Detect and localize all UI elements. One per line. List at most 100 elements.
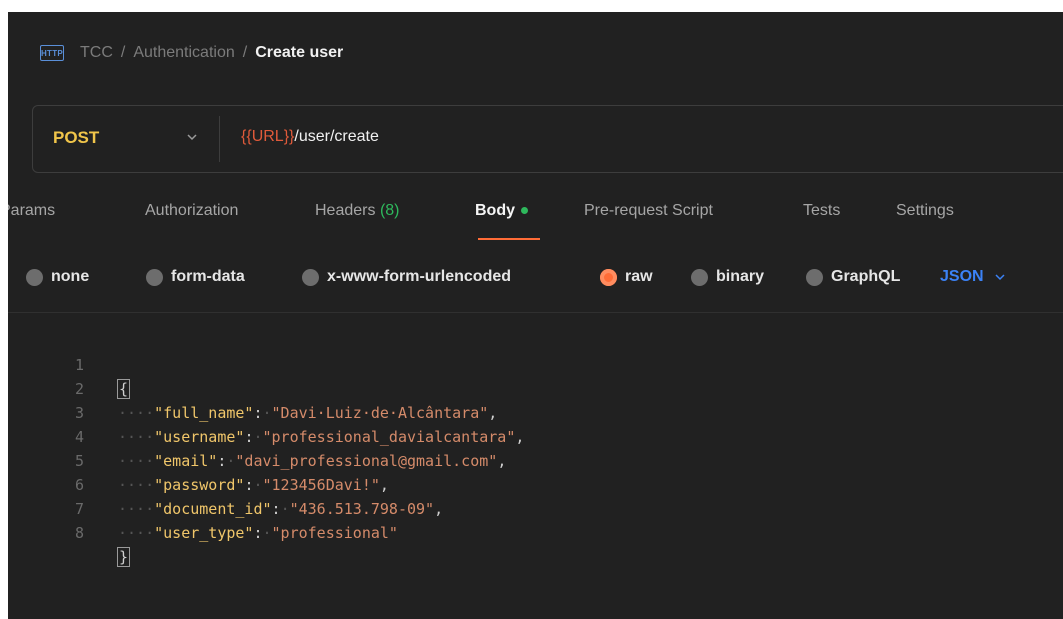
url-variable: {{URL}} (241, 128, 295, 145)
url-divider (219, 116, 220, 162)
tab-pre-request-script[interactable]: Pre-request Script (584, 202, 713, 220)
active-tab-indicator (478, 238, 540, 240)
json-comma: , (497, 452, 507, 470)
breadcrumb: HTTP TCC / Authentication / Create user (40, 44, 343, 62)
radio-label: raw (625, 268, 653, 285)
line-number: 8 (74, 524, 84, 542)
code-line: 7 ····"user_type":·"professional" (8, 473, 398, 542)
headers-count: (8) (379, 202, 400, 219)
code-line: 5 ····"password":·"123456Davi!", (8, 425, 389, 494)
breadcrumb-item-folder[interactable]: Authentication (133, 44, 234, 62)
indent-whitespace: ···· (118, 404, 155, 422)
json-colon: : (271, 500, 281, 518)
line-number: 5 (74, 452, 84, 470)
radio-x-www-form-urlencoded[interactable]: x-www-form-urlencoded (302, 268, 511, 286)
tab-params[interactable]: Params (8, 202, 55, 220)
radio-circle (26, 268, 43, 286)
line-number: 1 (74, 356, 84, 374)
whitespace-dot: · (253, 428, 263, 446)
tab-label: Pre-request Script (584, 202, 713, 219)
json-value: "professional" (271, 524, 398, 542)
tab-settings[interactable]: Settings (896, 202, 954, 220)
indent-whitespace: ···· (118, 500, 155, 518)
tab-label: Body (475, 202, 515, 219)
radio-circle (806, 268, 823, 286)
breadcrumb-item-collection[interactable]: TCC (80, 44, 113, 62)
tab-label: Settings (896, 202, 954, 219)
radio-label: none (51, 268, 90, 285)
json-key: "full_name" (154, 404, 254, 422)
tab-label: Authorization (145, 202, 239, 219)
tab-authorization[interactable]: Authorization (145, 202, 238, 220)
breadcrumb-separator: / (120, 44, 126, 61)
whitespace-dot: · (280, 500, 290, 518)
tab-label: Headers (315, 202, 376, 219)
json-value: "Davi·Luiz·de·Alcântara" (271, 404, 489, 422)
radio-circle (146, 268, 163, 286)
request-name[interactable]: Create user (255, 44, 343, 62)
url-path: /user/create (294, 128, 379, 145)
tab-label: Tests (803, 202, 841, 219)
radio-none[interactable]: none (26, 268, 89, 286)
radio-binary[interactable]: binary (691, 268, 764, 286)
radio-label: binary (716, 268, 765, 285)
json-value: "professional_davialcantara" (262, 428, 516, 446)
radio-label: x-www-form-urlencoded (327, 268, 512, 285)
code-line: 3 ····"username":·"professional_davialca… (8, 377, 524, 446)
radio-label: form-data (171, 268, 245, 285)
json-value: "123456Davi!" (262, 476, 380, 494)
json-key: "email" (154, 452, 218, 470)
line-number: 7 (74, 500, 84, 518)
line-number: 3 (74, 404, 84, 422)
json-comma: , (379, 476, 389, 494)
radio-circle (691, 268, 708, 286)
radio-label: GraphQL (831, 268, 901, 285)
whitespace-dot: · (253, 476, 263, 494)
code-line: 1 { (8, 329, 131, 399)
radio-circle-selected (600, 268, 617, 286)
code-line: 2 ····"full_name":·"Davi·Luiz·de·Alcânta… (8, 353, 497, 422)
method-select[interactable]: POST (53, 128, 99, 148)
chevron-down-icon[interactable] (185, 130, 199, 144)
editor-divider (8, 312, 1063, 313)
whitespace-dot: · (262, 524, 272, 542)
indent-whitespace: ···· (118, 524, 155, 542)
request-window: HTTP TCC / Authentication / Create user … (8, 12, 1063, 619)
url-input[interactable]: {{URL}}/user/create (241, 128, 379, 146)
radio-form-data[interactable]: form-data (146, 268, 245, 286)
format-label: JSON (940, 268, 984, 285)
line-number: 6 (74, 476, 84, 494)
tab-label: Params (8, 202, 56, 219)
json-key: "password" (154, 476, 245, 494)
line-number: 4 (74, 428, 84, 446)
json-comma: , (434, 500, 444, 518)
format-select[interactable]: JSON (940, 268, 1006, 286)
tab-tests[interactable]: Tests (803, 202, 840, 220)
tab-body[interactable]: Body (475, 202, 528, 220)
radio-circle (302, 268, 319, 286)
json-colon: : (253, 404, 263, 422)
indent-whitespace: ···· (118, 452, 155, 470)
json-colon: : (253, 524, 263, 542)
code-line: 4 ····"email":·"davi_professional@gmail.… (8, 401, 506, 470)
tab-headers[interactable]: Headers (8) (315, 202, 400, 220)
chevron-down-icon (995, 274, 1005, 281)
close-brace: } (116, 547, 131, 567)
json-value: "davi_professional@gmail.com" (235, 452, 498, 470)
line-number: 2 (74, 380, 84, 398)
indent-whitespace: ···· (118, 428, 155, 446)
open-brace: { (116, 379, 131, 399)
code-line: 6 ····"document_id":·"436.513.798-09", (8, 449, 443, 518)
json-value: "436.513.798-09" (289, 500, 435, 518)
json-key: "username" (154, 428, 245, 446)
whitespace-dot: · (262, 404, 272, 422)
radio-graphql[interactable]: GraphQL (806, 268, 900, 286)
http-request-icon: HTTP (40, 45, 64, 61)
json-comma: , (515, 428, 525, 446)
code-line: 8 } (8, 497, 131, 567)
radio-raw[interactable]: raw (600, 268, 653, 286)
json-key: "user_type" (154, 524, 254, 542)
indent-whitespace: ···· (118, 476, 155, 494)
json-comma: , (488, 404, 498, 422)
url-bar: POST {{URL}}/user/create (32, 105, 1063, 173)
